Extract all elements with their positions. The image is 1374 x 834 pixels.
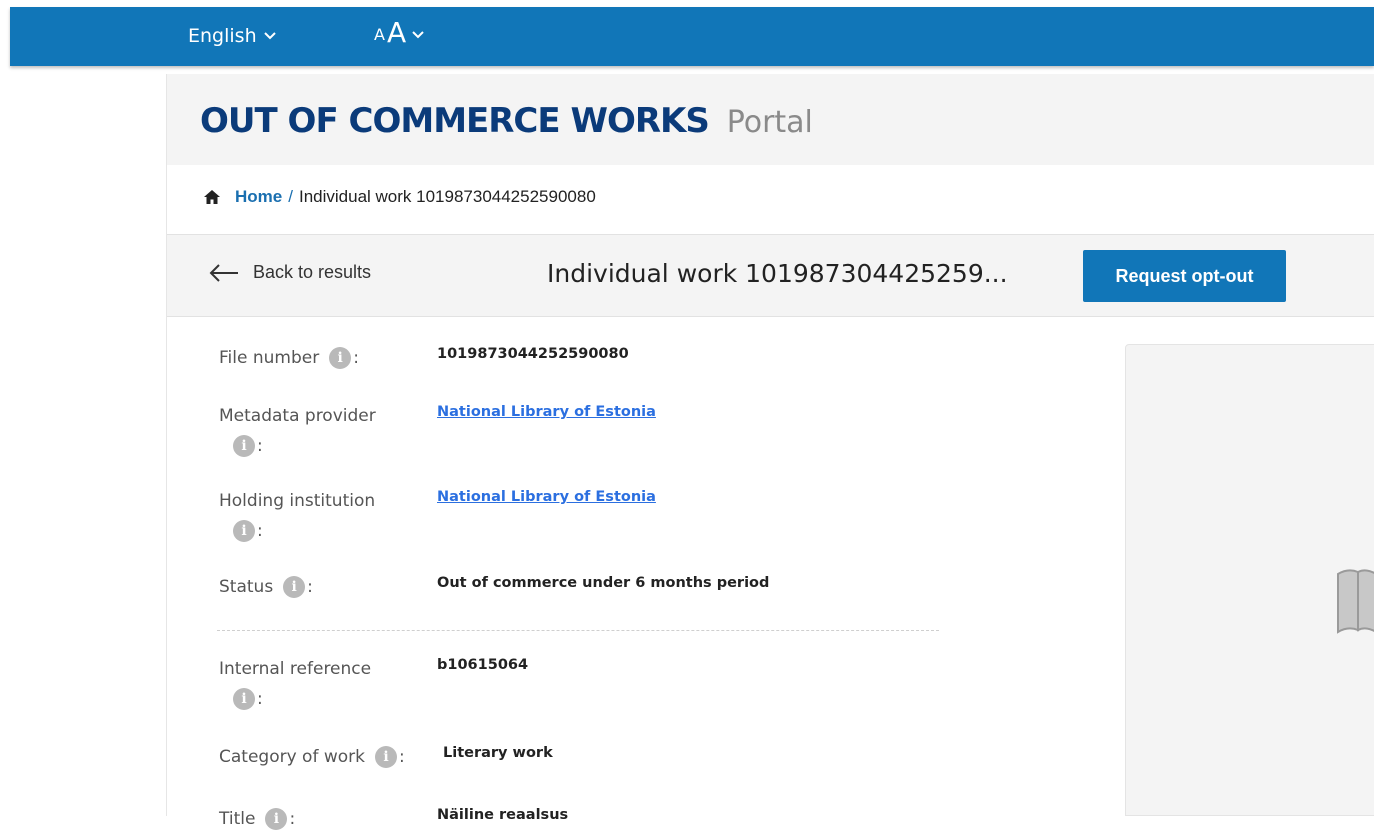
cover-preview <box>1125 344 1374 816</box>
breadcrumb: Home / Individual work 10198730442525900… <box>203 187 596 207</box>
field-colon: : <box>257 436 263 456</box>
book-icon <box>1336 568 1374 634</box>
language-label: English <box>188 25 257 47</box>
field-label: Category of work <box>219 747 365 767</box>
field-colon: : <box>307 577 313 597</box>
back-to-results-link[interactable]: Back to results <box>209 262 371 283</box>
field-colon: : <box>353 348 359 368</box>
info-icon[interactable]: i <box>233 520 255 542</box>
field-label: File number <box>219 348 319 368</box>
request-opt-out-button[interactable]: Request opt-out <box>1083 250 1286 302</box>
field-label: Title <box>219 809 255 829</box>
info-icon[interactable]: i <box>283 576 305 598</box>
chevron-down-icon <box>263 29 277 43</box>
breadcrumb-separator: / <box>288 187 293 207</box>
site-title[interactable]: OUT OF COMMERCE WORKS Portal <box>200 101 813 141</box>
field-value: b10615064 <box>437 652 528 678</box>
holding-institution-link[interactable]: National Library of Estonia <box>437 484 656 510</box>
top-bar: English A A <box>10 7 1374 66</box>
language-select[interactable]: English <box>188 25 277 47</box>
field-value: Out of commerce under 6 months period <box>437 570 769 596</box>
site-header: OUT OF COMMERCE WORKS Portal <box>167 74 1374 165</box>
info-icon[interactable]: i <box>375 746 397 768</box>
font-size-select[interactable]: A A <box>374 18 425 48</box>
home-icon[interactable] <box>203 189 221 205</box>
arrow-left-icon <box>209 264 239 282</box>
field-colon: : <box>289 809 295 829</box>
info-icon[interactable]: i <box>233 688 255 710</box>
field-colon: : <box>399 747 405 767</box>
breadcrumb-home-link[interactable]: Home <box>235 187 282 207</box>
info-icon[interactable]: i <box>329 347 351 369</box>
chevron-down-icon <box>411 28 425 42</box>
font-size-big-label: A <box>387 18 406 48</box>
field-label: Internal reference <box>219 659 371 679</box>
field-value: Literary work <box>443 740 553 766</box>
record-heading: Individual work 101987304425259... <box>547 259 1008 288</box>
field-colon: : <box>257 689 263 709</box>
field-colon: : <box>257 521 263 541</box>
field-label: Holding institution <box>219 491 375 511</box>
divider <box>217 630 939 631</box>
field-value: Näiline reaalsus <box>437 802 568 828</box>
field-label: Metadata provider <box>219 406 376 426</box>
font-size-small-label: A <box>374 25 385 44</box>
site-title-main: OUT OF COMMERCE WORKS <box>200 101 709 141</box>
back-to-results-label: Back to results <box>253 262 371 283</box>
breadcrumb-current: Individual work 1019873044252590080 <box>299 187 596 207</box>
main-panel: OUT OF COMMERCE WORKS Portal Home / Indi… <box>166 74 1374 816</box>
site-title-sub: Portal <box>727 105 813 140</box>
action-bar: Back to results Individual work 10198730… <box>167 234 1374 317</box>
metadata-provider-link[interactable]: National Library of Estonia <box>437 399 656 425</box>
info-icon[interactable]: i <box>233 435 255 457</box>
info-icon[interactable]: i <box>265 808 287 830</box>
field-label: Status <box>219 577 273 597</box>
field-value: 1019873044252590080 <box>437 341 629 367</box>
